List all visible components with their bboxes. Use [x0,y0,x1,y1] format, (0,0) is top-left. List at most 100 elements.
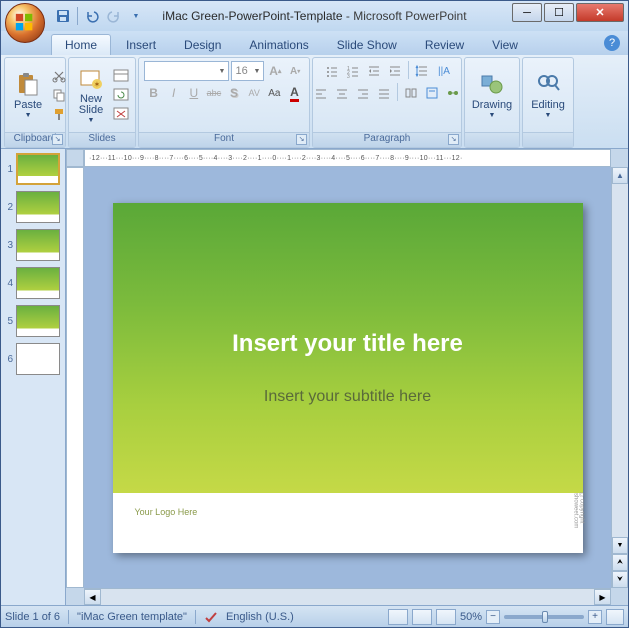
horizontal-scrollbar[interactable]: ◀ ▶ [84,588,611,605]
next-slide-button[interactable]: ⮟ [612,571,628,588]
smartart-button[interactable] [443,83,463,103]
char-spacing-button[interactable]: AV [245,83,264,103]
scroll-track[interactable] [612,184,628,537]
align-right-button[interactable] [353,83,373,103]
maximize-button[interactable]: ☐ [544,3,574,22]
font-color-button[interactable]: A [285,83,304,103]
group-drawing-label [465,132,519,147]
align-text-button[interactable] [422,83,442,103]
tab-view[interactable]: View [479,35,531,55]
shrink-font-button[interactable]: A▾ [286,61,304,81]
logo-placeholder[interactable]: Your Logo Here [135,507,561,517]
italic-button[interactable]: I [164,83,183,103]
zoom-level[interactable]: 50% [460,611,482,623]
new-slide-button[interactable]: ✶ New Slide ▼ [73,65,109,126]
normal-view-button[interactable] [388,609,408,625]
delete-slide-icon[interactable] [112,105,130,123]
paragraph-dialog-launcher[interactable]: ↘ [448,134,459,145]
thumbnail-preview[interactable] [16,191,60,223]
thumbnail-item[interactable]: 1 [3,153,63,185]
thumbnail-item[interactable]: 3 [3,229,63,261]
grow-font-button[interactable]: A▴ [266,61,284,81]
scroll-down-button[interactable]: ▼ [612,537,628,554]
justify-button[interactable] [374,83,394,103]
thumbnail-number: 2 [3,202,13,213]
underline-button[interactable]: U [184,83,203,103]
tab-review[interactable]: Review [412,35,477,55]
numbering-button[interactable]: 123 [343,61,363,81]
thumbnail-preview[interactable] [16,305,60,337]
tab-animations[interactable]: Animations [236,35,321,55]
close-button[interactable]: ✕ [576,3,624,22]
strike-button[interactable]: abc [204,83,223,103]
clipboard-dialog-launcher[interactable]: ↘ [52,134,63,145]
copy-icon[interactable] [50,86,68,104]
office-button[interactable] [5,3,45,43]
save-icon[interactable] [55,8,71,24]
tab-insert[interactable]: Insert [113,35,169,55]
zoom-out-button[interactable]: − [486,610,500,624]
slideshow-view-button[interactable] [436,609,456,625]
qat-customize-icon[interactable]: ▼ [128,8,144,24]
slide[interactable]: Insert your title here Insert your subti… [113,203,583,553]
bullets-button[interactable] [322,61,342,81]
horizontal-ruler[interactable]: ·12···11···10···9····8····7····6····5···… [84,149,611,167]
vertical-ruler[interactable] [66,167,84,588]
thumbnail-preview[interactable] [16,267,60,299]
drawing-button[interactable]: Drawing ▼ [467,70,517,121]
thumbnail-item[interactable]: 2 [3,191,63,223]
separator [408,61,409,79]
font-size-combo[interactable]: 16▼ [231,61,264,81]
tab-slide-show[interactable]: Slide Show [324,35,410,55]
reset-icon[interactable] [112,86,130,104]
fit-to-window-button[interactable] [606,609,624,625]
scroll-right-button[interactable]: ▶ [594,589,611,605]
thumbnail-preview[interactable] [16,153,60,185]
columns-button[interactable] [401,83,421,103]
cut-icon[interactable] [50,67,68,85]
text-direction-button[interactable]: ||A [433,61,453,81]
shadow-button[interactable]: S [225,83,244,103]
slide-title-placeholder[interactable]: Insert your title here [232,330,463,358]
vertical-scrollbar[interactable]: ▲ ▼ ⮝ ⮟ [611,167,628,588]
layout-icon[interactable] [112,67,130,85]
scroll-up-button[interactable]: ▲ [612,167,628,184]
zoom-in-button[interactable]: + [588,610,602,624]
scroll-left-button[interactable]: ◀ [84,589,101,605]
ruler-corner [66,149,84,167]
change-case-button[interactable]: Aa [265,83,284,103]
svg-text:✶: ✶ [94,80,101,89]
language-indicator[interactable]: English (U.S.) [226,611,294,623]
undo-icon[interactable] [84,8,100,24]
increase-indent-button[interactable] [385,61,405,81]
thumbnail-item[interactable]: 5 [3,305,63,337]
paste-button[interactable]: Paste ▼ [9,70,47,121]
zoom-slider-thumb[interactable] [542,611,548,623]
slide-canvas[interactable]: Insert your title here Insert your subti… [84,167,611,588]
spell-check-icon[interactable] [204,610,218,624]
theme-name: "iMac Green template" [77,611,187,623]
thumbnail-item[interactable]: 6 [3,343,63,375]
thumbnail-preview[interactable] [16,229,60,261]
align-left-button[interactable] [311,83,331,103]
help-button[interactable]: ? [604,35,620,51]
prev-slide-button[interactable]: ⮝ [612,554,628,571]
minimize-button[interactable]: ─ [512,3,542,22]
tab-home[interactable]: Home [51,34,111,55]
sorter-view-button[interactable] [412,609,432,625]
thumbnail-preview[interactable] [16,343,60,375]
thumbnail-item[interactable]: 4 [3,267,63,299]
font-dialog-launcher[interactable]: ↘ [296,134,307,145]
decrease-indent-button[interactable] [364,61,384,81]
font-name-combo[interactable]: ▼ [144,61,229,81]
align-center-button[interactable] [332,83,352,103]
tab-design[interactable]: Design [171,35,234,55]
scroll-track[interactable] [101,589,594,605]
format-painter-icon[interactable] [50,105,68,123]
redo-icon[interactable] [106,8,122,24]
bold-button[interactable]: B [144,83,163,103]
editing-button[interactable]: Editing ▼ [526,70,570,121]
slide-subtitle-placeholder[interactable]: Insert your subtitle here [264,388,431,406]
line-spacing-button[interactable] [412,61,432,81]
zoom-slider[interactable] [504,615,584,619]
